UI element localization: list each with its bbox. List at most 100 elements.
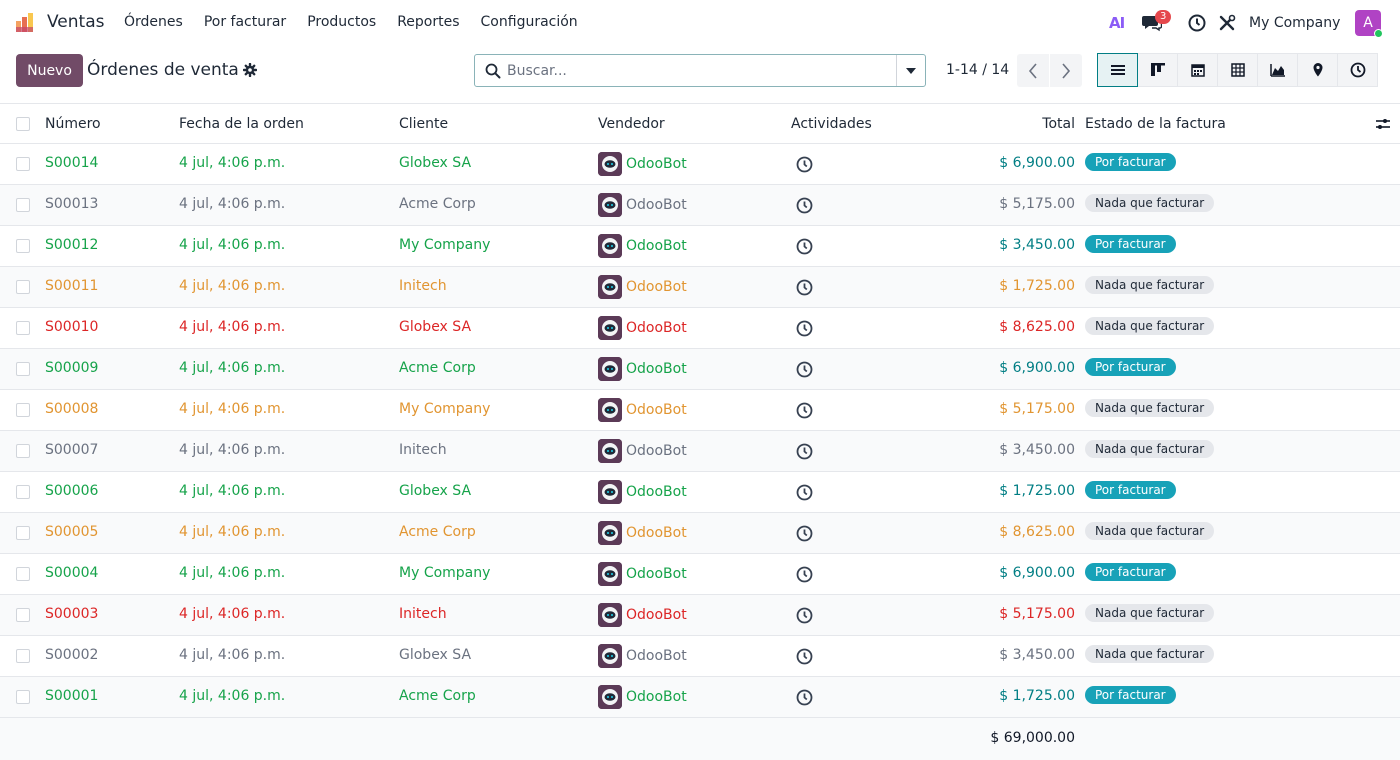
row-checkbox[interactable] [16,649,30,663]
table-row[interactable]: S00008 4 jul, 4:06 p.m. My Company OdooBot $… [0,390,1400,431]
list-view-button[interactable] [1097,53,1138,87]
table-row[interactable]: S00003 4 jul, 4:06 p.m. Initech OdooBot $ 5,… [0,595,1400,636]
kanban-view-button[interactable] [1137,53,1178,87]
caret-down-icon [906,67,916,74]
row-checkbox[interactable] [16,362,30,376]
table-row[interactable]: S00007 4 jul, 4:06 p.m. Initech OdooBot $ 3,… [0,431,1400,472]
table-row[interactable]: S00004 4 jul, 4:06 p.m. My Company OdooBot $… [0,554,1400,595]
table-row[interactable]: S00005 4 jul, 4:06 p.m. Acme Corp OdooBot $ … [0,513,1400,554]
pager-next-button[interactable] [1050,54,1082,87]
row-checkbox[interactable] [16,608,30,622]
activity-view-button[interactable] [1337,53,1378,87]
search-options-toggle[interactable] [896,55,925,86]
robot-icon [598,644,622,668]
row-checkbox[interactable] [16,567,30,581]
pager-value[interactable]: 1-14 / 14 [946,62,1009,78]
row-checkbox[interactable] [16,239,30,253]
table-row[interactable]: S00006 4 jul, 4:06 p.m. Globex SA OdooBot $ … [0,472,1400,513]
header-client[interactable]: Cliente [399,116,448,132]
activity-clock-icon[interactable] [796,484,813,501]
pager-previous-button[interactable] [1017,54,1049,87]
graph-view-icon [1269,64,1285,77]
sales-app-icon[interactable] [15,11,37,33]
order-total: $ 6,900.00 [999,155,1075,171]
table-row[interactable]: S00002 4 jul, 4:06 p.m. Globex SA OdooBot $ … [0,636,1400,677]
order-total: $ 1,725.00 [999,483,1075,499]
search-input[interactable] [507,60,887,82]
activity-clock-icon[interactable] [796,320,813,337]
order-date: 4 jul, 4:06 p.m. [179,155,286,171]
activity-clock-icon[interactable] [1188,14,1206,32]
order-number: S00005 [45,524,99,540]
order-seller: OdooBot [626,484,687,500]
select-all-checkbox[interactable] [16,117,30,131]
menu-item-reportes[interactable]: Reportes [397,14,459,30]
table-row[interactable]: S00001 4 jul, 4:06 p.m. Acme Corp OdooBot $ … [0,677,1400,718]
company-switcher[interactable]: My Company [1249,15,1340,31]
robot-icon [598,562,622,586]
calendar-view-button[interactable] [1177,53,1218,87]
row-checkbox[interactable] [16,321,30,335]
odoobot-avatar [598,275,622,299]
activity-clock-icon[interactable] [796,238,813,255]
order-seller: OdooBot [626,197,687,213]
view-switcher [1097,53,1378,87]
order-seller: OdooBot [626,320,687,336]
activity-view-icon [1350,62,1365,78]
activity-clock-icon[interactable] [796,279,813,296]
header-activities[interactable]: Actividades [791,116,872,132]
graph-view-button[interactable] [1257,53,1298,87]
header-date[interactable]: Fecha de la orden [179,116,304,132]
order-total: $ 1,725.00 [999,688,1075,704]
activity-clock-icon[interactable] [796,197,813,214]
menu-item-por-facturar[interactable]: Por facturar [204,14,286,30]
header-total[interactable]: Total [1042,116,1075,132]
header-number[interactable]: Número [45,116,101,132]
activity-clock-icon[interactable] [796,607,813,624]
debug-tools-icon[interactable] [1218,14,1236,32]
pivot-view-button[interactable] [1217,53,1258,87]
header-invoice-status[interactable]: Estado de la factura [1085,116,1226,132]
app-name[interactable]: Ventas [47,12,104,32]
new-button[interactable]: Nuevo [16,54,83,87]
activity-clock-icon[interactable] [796,361,813,378]
row-checkbox[interactable] [16,526,30,540]
ai-icon[interactable]: AI [1109,14,1125,32]
menu-item-productos[interactable]: Productos [307,14,376,30]
table-footer: $ 69,000.00 [0,718,1400,760]
calendar-view-icon [1190,64,1205,77]
row-checkbox[interactable] [16,444,30,458]
chevron-right-icon [1062,62,1071,79]
activity-clock-icon[interactable] [796,525,813,542]
odoobot-avatar [598,152,622,176]
activity-clock-icon[interactable] [796,402,813,419]
menu-item-configuracion[interactable]: Configuración [481,14,578,30]
activity-clock-icon[interactable] [796,689,813,706]
order-number: S00003 [45,606,99,622]
gear-icon[interactable] [243,63,257,77]
order-date: 4 jul, 4:06 p.m. [179,360,286,376]
row-checkbox[interactable] [16,198,30,212]
row-checkbox[interactable] [16,280,30,294]
robot-icon [598,439,622,463]
table-row[interactable]: S00009 4 jul, 4:06 p.m. Acme Corp OdooBot $ … [0,349,1400,390]
row-checkbox[interactable] [16,403,30,417]
menu-item-ordenes[interactable]: Órdenes [124,14,183,30]
activity-clock-icon[interactable] [796,156,813,173]
map-view-button[interactable] [1297,53,1338,87]
row-checkbox[interactable] [16,485,30,499]
table-row[interactable]: S00014 4 jul, 4:06 p.m. Globex SA OdooBot $ … [0,144,1400,185]
table-row[interactable]: S00013 4 jul, 4:06 p.m. Acme Corp OdooBot $ … [0,185,1400,226]
table-row[interactable]: S00012 4 jul, 4:06 p.m. My Company OdooBot $… [0,226,1400,267]
activity-clock-icon[interactable] [796,566,813,583]
header-seller[interactable]: Vendedor [598,116,665,132]
order-number: S00011 [45,278,99,294]
table-row[interactable]: S00011 4 jul, 4:06 p.m. Initech OdooBot $ 1,… [0,267,1400,308]
order-seller: OdooBot [626,566,687,582]
activity-clock-icon[interactable] [796,648,813,665]
row-checkbox[interactable] [16,690,30,704]
row-checkbox[interactable] [16,157,30,171]
activity-clock-icon[interactable] [796,443,813,460]
optional-columns-icon[interactable] [1375,116,1391,132]
table-row[interactable]: S00010 4 jul, 4:06 p.m. Globex SA OdooBot $ … [0,308,1400,349]
